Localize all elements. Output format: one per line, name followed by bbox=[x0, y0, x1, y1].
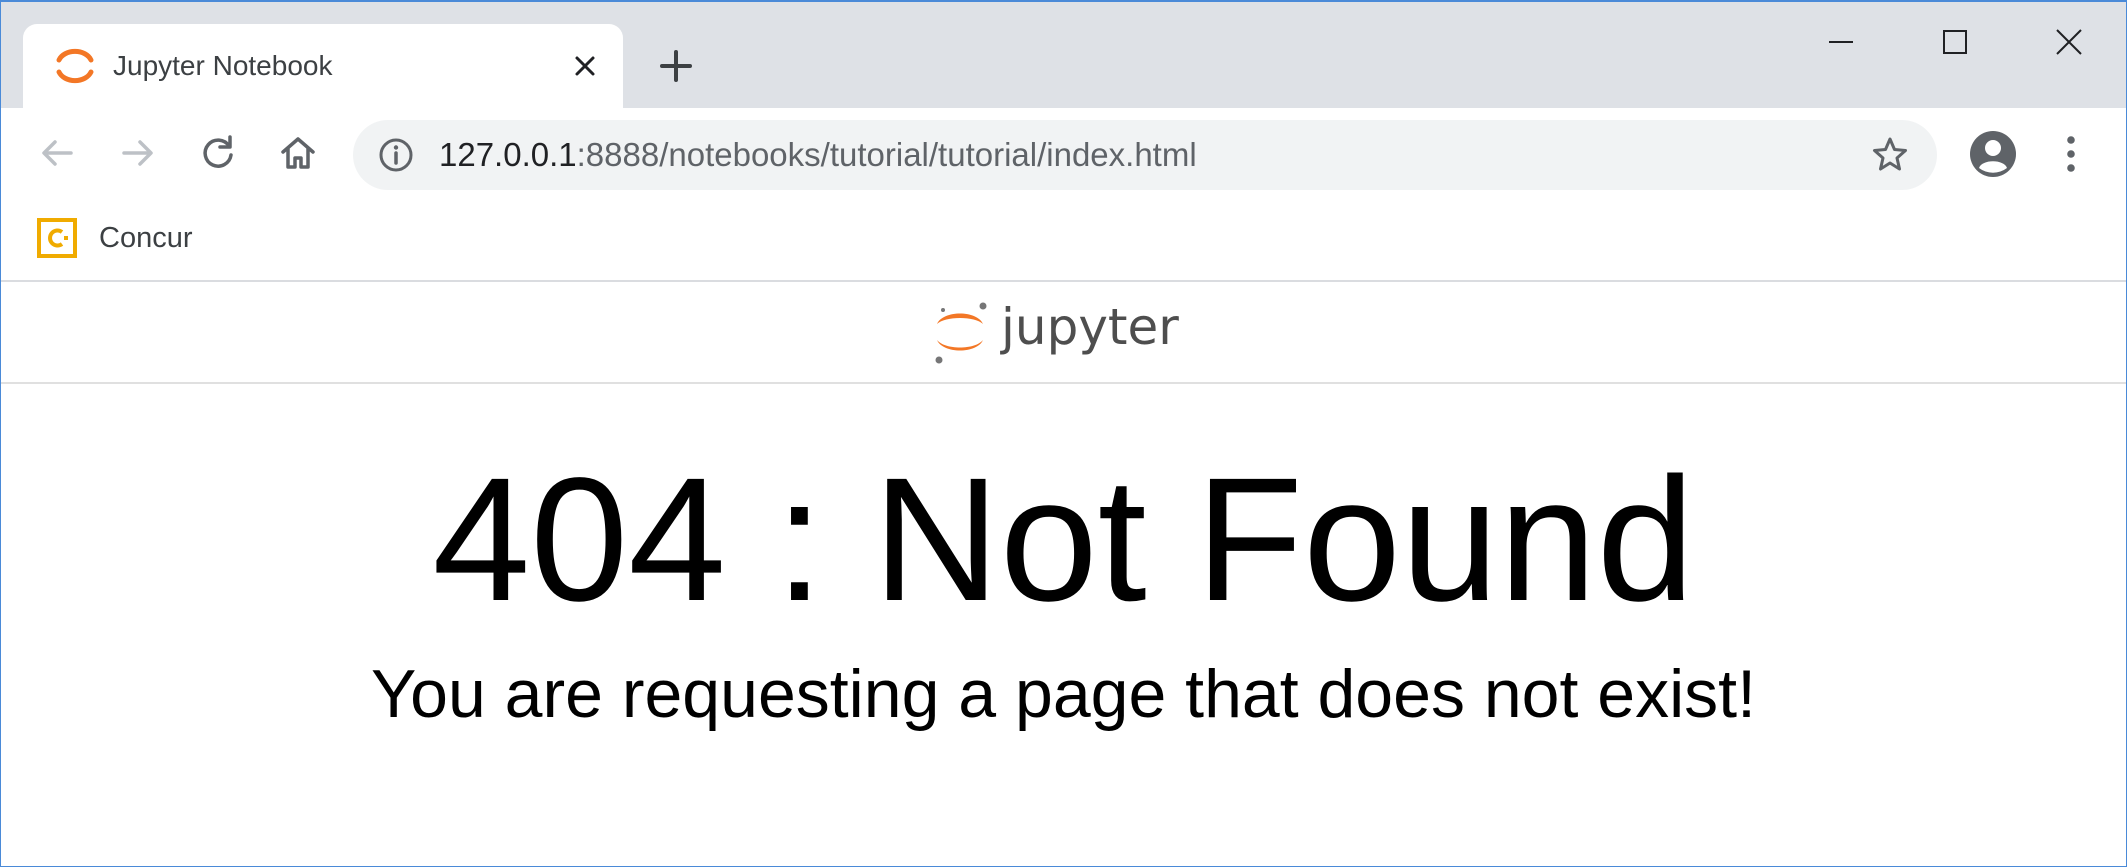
home-icon[interactable] bbox=[275, 130, 321, 176]
url-text[interactable]: 127.0.0.1:8888/notebooks/tutorial/tutori… bbox=[439, 134, 1197, 176]
tab-jupyter-notebook[interactable]: Jupyter Notebook bbox=[23, 24, 623, 108]
maximize-icon[interactable] bbox=[1935, 22, 1975, 62]
error-message: You are requesting a page that does not … bbox=[371, 656, 1756, 732]
error-title: 404 : Not Found bbox=[432, 442, 1695, 638]
reload-icon[interactable] bbox=[195, 130, 241, 176]
concur-icon bbox=[37, 218, 77, 258]
browser-toolbar: 127.0.0.1:8888/notebooks/tutorial/tutori… bbox=[1, 108, 2126, 198]
bookmarks-bar: Concur bbox=[1, 198, 2126, 282]
forward-arrow-icon[interactable] bbox=[114, 130, 160, 176]
jupyter-header: jupyter bbox=[1, 282, 2126, 384]
site-info-icon[interactable] bbox=[377, 136, 415, 174]
url-path: :8888/notebooks/tutorial/tutorial/index.… bbox=[576, 136, 1197, 173]
bookmark-star-icon[interactable] bbox=[1869, 134, 1911, 176]
jupyter-logo-icon bbox=[56, 48, 94, 84]
tab-title: Jupyter Notebook bbox=[113, 50, 333, 81]
tab-strip: Jupyter Notebook bbox=[1, 2, 2126, 108]
jupyter-logo-text: jupyter bbox=[1000, 298, 1179, 356]
jupyter-logo[interactable]: jupyter bbox=[931, 294, 1201, 370]
new-tab-button[interactable] bbox=[656, 46, 696, 86]
browser-window: Jupyter Notebook 127.0.0.1:8888/notebook… bbox=[0, 0, 2127, 867]
back-arrow-icon[interactable] bbox=[35, 130, 81, 176]
close-tab-icon[interactable] bbox=[567, 48, 603, 84]
bookmark-label: Concur bbox=[99, 222, 193, 254]
minimize-icon[interactable] bbox=[1821, 22, 1861, 62]
address-bar[interactable]: 127.0.0.1:8888/notebooks/tutorial/tutori… bbox=[353, 120, 1937, 190]
close-window-icon[interactable] bbox=[2049, 22, 2089, 62]
profile-avatar-icon[interactable] bbox=[1969, 130, 2017, 178]
more-menu-icon[interactable] bbox=[2053, 130, 2089, 178]
url-host: 127.0.0.1 bbox=[439, 136, 577, 173]
